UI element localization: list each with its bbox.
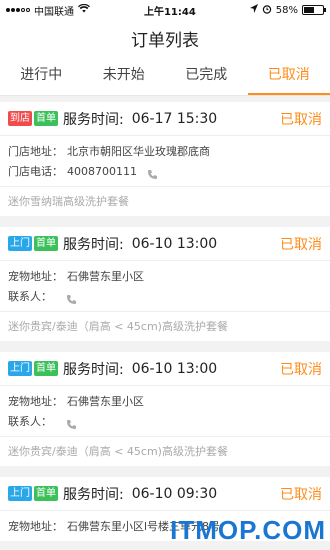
package-name: 迷你贵宾/泰迪（肩高 < 45cm)高级洗护套餐 bbox=[0, 311, 330, 341]
pet-address-row: 宠物地址： 石佛营东里小区 bbox=[8, 392, 322, 412]
package-name: 迷你雪纳瑞高级洗护套餐 bbox=[0, 186, 330, 216]
clock: 上午11:44 bbox=[143, 6, 196, 18]
phone-icon[interactable] bbox=[66, 292, 77, 304]
order-status: 已取消 bbox=[280, 486, 322, 503]
store-phone: 4008700111 bbox=[67, 165, 137, 178]
tab-cancelled[interactable]: 已取消 bbox=[247, 56, 330, 95]
order-card-header: 到店 首单 服务时间: 06-17 15:30 已取消 bbox=[0, 102, 330, 136]
package-name: 迷你贵宾/泰迪（肩高 < 45cm)高级洗护套餐 bbox=[0, 436, 330, 466]
order-card[interactable]: 上门 首单 服务时间: 06-10 13:00 已取消 宠物地址： 石佛营东里小… bbox=[0, 227, 330, 341]
pet-address: 石佛营东里小区 bbox=[67, 395, 144, 408]
first-order-badge: 首单 bbox=[34, 361, 58, 376]
first-order-badge: 首单 bbox=[34, 111, 58, 126]
service-type-badge: 上门 bbox=[8, 361, 32, 376]
service-type-badge: 上门 bbox=[8, 236, 32, 251]
location-icon bbox=[249, 4, 258, 16]
order-status: 已取消 bbox=[280, 361, 322, 378]
signal-icon bbox=[6, 8, 30, 12]
pet-address-row: 宠物地址： 石佛营东里小区 bbox=[8, 267, 322, 287]
first-order-badge: 首单 bbox=[34, 236, 58, 251]
service-time: 06-10 13:00 bbox=[131, 360, 218, 377]
page-title: 订单列表 bbox=[131, 30, 199, 51]
order-card-header: 上门 首单 服务时间: 06-10 13:00 已取消 bbox=[0, 227, 330, 261]
service-time-label: 服务时间: bbox=[63, 361, 124, 378]
phone-icon[interactable] bbox=[147, 167, 158, 179]
contact-row: 联系人： bbox=[8, 412, 322, 432]
service-type-badge: 上门 bbox=[8, 486, 32, 501]
service-type-badge: 到店 bbox=[8, 111, 32, 126]
pet-address: 石佛营东里小区 bbox=[67, 270, 144, 283]
service-time-label: 服务时间: bbox=[63, 111, 124, 128]
order-card[interactable]: 上门 首单 服务时间: 06-10 13:00 已取消 宠物地址： 石佛营东里小… bbox=[0, 352, 330, 466]
battery-icon bbox=[301, 5, 326, 15]
tab-in-progress[interactable]: 进行中 bbox=[0, 56, 83, 95]
order-card[interactable]: 到店 首单 服务时间: 06-17 15:30 已取消 门店地址： 北京市朝阳区… bbox=[0, 102, 330, 216]
service-time-label: 服务时间: bbox=[63, 486, 124, 503]
pet-address-label: 宠物地址： bbox=[8, 395, 63, 408]
pet-address-label: 宠物地址： bbox=[8, 520, 63, 533]
store-address: 北京市朝阳区华业玫瑰郡底商 bbox=[67, 145, 210, 158]
service-time: 06-10 09:30 bbox=[131, 485, 218, 502]
status-bar: 中国联通 上午11:44 58% bbox=[0, 0, 330, 20]
contact-label: 联系人： bbox=[8, 415, 52, 428]
store-phone-row: 门店电话： 4008700111 bbox=[8, 162, 322, 182]
store-address-label: 门店地址： bbox=[8, 145, 63, 158]
service-time: 06-10 13:00 bbox=[131, 235, 218, 252]
order-card-header: 上门 首单 服务时间: 06-10 09:30 已取消 bbox=[0, 477, 330, 511]
contact-label: 联系人： bbox=[8, 290, 52, 303]
tab-completed[interactable]: 已完成 bbox=[165, 56, 248, 95]
battery-percent: 58% bbox=[275, 4, 298, 16]
alarm-icon bbox=[262, 4, 272, 17]
nav-bar: 订单列表 bbox=[0, 20, 330, 56]
order-tabs: 进行中 未开始 已完成 已取消 bbox=[0, 56, 330, 96]
service-time: 06-17 15:30 bbox=[131, 110, 218, 127]
pet-address-label: 宠物地址： bbox=[8, 270, 63, 283]
order-card-header: 上门 首单 服务时间: 06-10 13:00 已取消 bbox=[0, 352, 330, 386]
order-status: 已取消 bbox=[280, 236, 322, 253]
store-phone-label: 门店电话： bbox=[8, 165, 63, 178]
order-list: 到店 首单 服务时间: 06-17 15:30 已取消 门店地址： 北京市朝阳区… bbox=[0, 96, 330, 541]
wifi-icon bbox=[78, 3, 90, 16]
carrier-name: 中国联通 bbox=[34, 6, 74, 18]
watermark: ITMOP.COM bbox=[170, 515, 326, 545]
phone-icon[interactable] bbox=[66, 417, 77, 429]
tab-not-started[interactable]: 未开始 bbox=[83, 56, 166, 95]
order-status: 已取消 bbox=[280, 111, 322, 128]
first-order-badge: 首单 bbox=[34, 486, 58, 501]
contact-row: 联系人： bbox=[8, 287, 322, 307]
service-time-label: 服务时间: bbox=[63, 236, 124, 253]
store-address-row: 门店地址： 北京市朝阳区华业玫瑰郡底商 bbox=[8, 142, 322, 162]
